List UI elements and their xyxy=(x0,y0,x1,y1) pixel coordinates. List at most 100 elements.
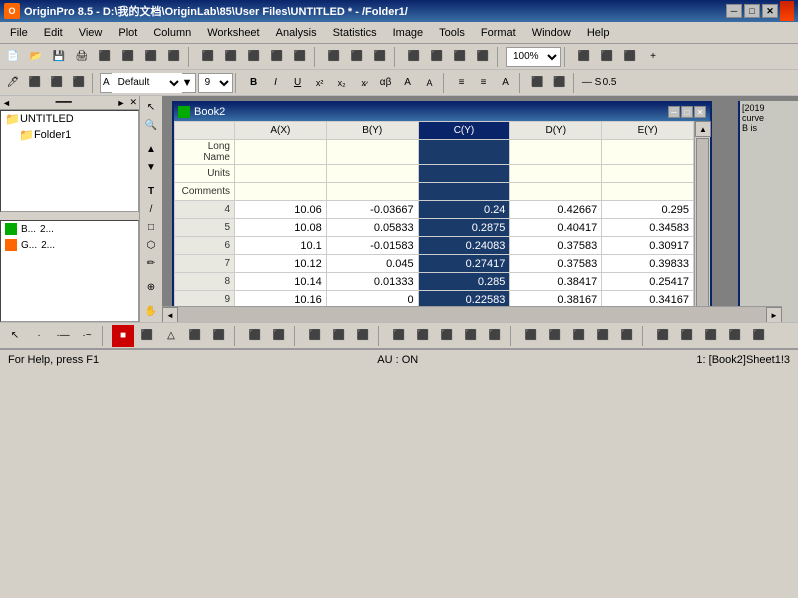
menu-format[interactable]: Format xyxy=(473,25,524,41)
font-size-up[interactable]: A xyxy=(397,72,419,94)
pe-close[interactable]: ✕ xyxy=(129,97,137,108)
cell-7e[interactable]: 0.39833 xyxy=(602,255,694,273)
close-button[interactable]: ✕ xyxy=(762,4,778,18)
menu-tools[interactable]: Tools xyxy=(431,25,473,41)
tb-btn20[interactable]: + xyxy=(642,46,664,68)
cell-8e[interactable]: 0.25417 xyxy=(602,273,694,291)
bt-btn3[interactable]: ·— xyxy=(52,325,74,347)
menu-file[interactable]: File xyxy=(2,25,36,41)
cell-4c[interactable]: 0.24 xyxy=(418,201,510,219)
tb-btn5[interactable]: ⬛ xyxy=(197,46,219,68)
italic-button[interactable]: I xyxy=(265,72,287,94)
down-arrow-tool[interactable]: ▼ xyxy=(142,158,160,176)
cell-5e[interactable]: 0.34583 xyxy=(602,219,694,237)
menu-view[interactable]: View xyxy=(71,25,111,41)
bt-btn6[interactable]: ⬛ xyxy=(136,325,158,347)
tb-btn1[interactable]: ⬛ xyxy=(94,46,116,68)
tb-btn2[interactable]: ⬛ xyxy=(117,46,139,68)
cell-8d[interactable]: 0.38417 xyxy=(510,273,602,291)
bt-btn5[interactable]: ■ xyxy=(112,325,134,347)
pe-item-folder1[interactable]: 📁 Folder1 xyxy=(1,127,138,143)
superscript-button[interactable]: x² xyxy=(309,72,331,94)
bt-btn16[interactable]: ⬛ xyxy=(412,325,434,347)
tb-btn3[interactable]: ⬛ xyxy=(140,46,162,68)
cell-5a[interactable]: 10.08 xyxy=(235,219,327,237)
cell-6c[interactable]: 0.24083 xyxy=(418,237,510,255)
cell-5d[interactable]: 0.40417 xyxy=(510,219,602,237)
tb-btn16[interactable]: ⬛ xyxy=(472,46,494,68)
comm-b[interactable] xyxy=(326,183,418,201)
pe-graph-item[interactable]: G... 2... xyxy=(1,237,138,253)
col-a-header[interactable]: A(X) xyxy=(235,122,327,140)
units-a[interactable] xyxy=(235,165,327,183)
units-d[interactable] xyxy=(510,165,602,183)
cell-6e[interactable]: 0.30917 xyxy=(602,237,694,255)
tb-btn15[interactable]: ⬛ xyxy=(449,46,471,68)
minimize-button[interactable]: ─ xyxy=(726,4,742,18)
bt-btn18[interactable]: ⬛ xyxy=(460,325,482,347)
pe-item-untitled[interactable]: 📁 UNTITLED xyxy=(1,111,138,127)
units-e[interactable] xyxy=(602,165,694,183)
tb-btn13[interactable]: ⬛ xyxy=(403,46,425,68)
bt-btn20[interactable]: ⬛ xyxy=(520,325,542,347)
draw-tool[interactable]: / xyxy=(142,200,160,218)
ln-b[interactable] xyxy=(326,140,418,165)
maximize-button[interactable]: □ xyxy=(744,4,760,18)
bt-btn28[interactable]: ⬛ xyxy=(724,325,746,347)
cell-7a[interactable]: 10.12 xyxy=(235,255,327,273)
strikethrough-button[interactable]: x̷ xyxy=(353,72,375,94)
underline-button[interactable]: U xyxy=(287,72,309,94)
bt-btn9[interactable]: ⬛ xyxy=(208,325,230,347)
pe-nav-right[interactable]: ► xyxy=(117,98,126,108)
col-b-header[interactable]: B(Y) xyxy=(326,122,418,140)
tb-btn11[interactable]: ⬛ xyxy=(346,46,368,68)
scroll-thumb-v[interactable] xyxy=(696,138,709,310)
pe-scroll[interactable]: ━━━ xyxy=(11,97,117,108)
bt-btn27[interactable]: ⬛ xyxy=(700,325,722,347)
cell-7c[interactable]: 0.27417 xyxy=(418,255,510,273)
menu-help[interactable]: Help xyxy=(579,25,618,41)
cell-4d[interactable]: 0.42667 xyxy=(510,201,602,219)
tb-btn7[interactable]: ⬛ xyxy=(243,46,265,68)
cell-4e[interactable]: 0.295 xyxy=(602,201,694,219)
tb-btn19[interactable]: ⬛ xyxy=(619,46,641,68)
open-button[interactable]: 📂 xyxy=(25,46,47,68)
menu-statistics[interactable]: Statistics xyxy=(325,25,385,41)
bt-btn13[interactable]: ⬛ xyxy=(328,325,350,347)
comm-d[interactable] xyxy=(510,183,602,201)
bt-btn23[interactable]: ⬛ xyxy=(592,325,614,347)
units-b[interactable] xyxy=(326,165,418,183)
ws-maximize[interactable]: □ xyxy=(681,106,693,118)
content-scroll-left[interactable]: ◄ xyxy=(162,307,178,322)
ln-a[interactable] xyxy=(235,140,327,165)
menu-analysis[interactable]: Analysis xyxy=(268,25,325,41)
zoom-in-tool[interactable]: 🔍 xyxy=(142,116,160,134)
content-scrollbar-h[interactable]: ◄ ► xyxy=(162,306,782,322)
print-button[interactable]: 🖨 xyxy=(71,46,93,68)
menu-window[interactable]: Window xyxy=(524,25,579,41)
bt-btn21[interactable]: ⬛ xyxy=(544,325,566,347)
bt-btn1[interactable]: ↖ xyxy=(4,325,26,347)
bt-btn8[interactable]: ⬛ xyxy=(184,325,206,347)
menu-plot[interactable]: Plot xyxy=(110,25,145,41)
tb-graph1[interactable]: ⬛ xyxy=(527,72,549,94)
zoom-tool[interactable]: ⊕ xyxy=(142,278,160,296)
tb-graph2[interactable]: ⬛ xyxy=(549,72,571,94)
bt-btn4[interactable]: ·~ xyxy=(76,325,98,347)
menu-worksheet[interactable]: Worksheet xyxy=(199,25,267,41)
text-tool[interactable]: T xyxy=(142,182,160,200)
bt-btn12[interactable]: ⬛ xyxy=(304,325,326,347)
bt-btn10[interactable]: ⬛ xyxy=(244,325,266,347)
greek-button[interactable]: αβ xyxy=(375,72,397,94)
tb-btn17[interactable]: ⬛ xyxy=(573,46,595,68)
tb-btn18[interactable]: ⬛ xyxy=(596,46,618,68)
cell-8b[interactable]: 0.01333 xyxy=(326,273,418,291)
content-scroll-right[interactable]: ► xyxy=(766,307,782,322)
col-c-header[interactable]: C(Y) xyxy=(418,122,510,140)
zoom-combo[interactable]: 100% xyxy=(506,47,561,67)
tb-btn9[interactable]: ⬛ xyxy=(289,46,311,68)
new-button[interactable]: 📄 xyxy=(2,46,24,68)
tb-btn4[interactable]: ⬛ xyxy=(163,46,185,68)
cell-6d[interactable]: 0.37583 xyxy=(510,237,602,255)
subscript-button[interactable]: x₂ xyxy=(331,72,353,94)
